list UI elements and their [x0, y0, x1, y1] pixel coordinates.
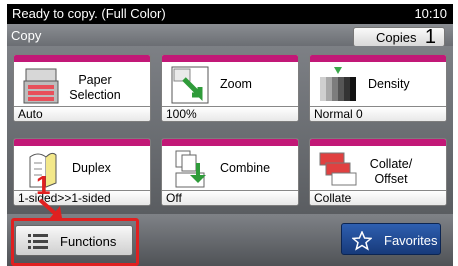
collate-offset-tile[interactable]: Collate/ Offset Collate	[309, 138, 447, 206]
density-tile[interactable]: Density Normal 0	[309, 54, 447, 122]
tile-value: Collate	[310, 190, 446, 205]
tile-value: Auto	[14, 106, 150, 121]
status-message: Ready to copy. (Full Color)	[12, 6, 166, 21]
star-icon	[352, 231, 372, 251]
combine-tile[interactable]: Combine Off	[161, 138, 299, 206]
clock: 10:10	[414, 6, 447, 21]
tile-label: Combine	[220, 161, 271, 175]
density-icon	[320, 67, 356, 101]
tile-band	[14, 139, 150, 146]
tile-label: Collate/ Offset	[369, 157, 413, 186]
favorites-button[interactable]: Favorites	[341, 223, 441, 255]
tile-label: Density	[368, 77, 410, 91]
tile-value: Normal 0	[310, 106, 446, 121]
zoom-tile[interactable]: Zoom 100%	[161, 54, 299, 122]
tile-label: Duplex	[72, 161, 111, 175]
step-highlight-box	[11, 218, 139, 266]
step-number: 1	[36, 170, 51, 200]
title-bar: Copy Copies 1	[7, 24, 453, 48]
tile-band	[162, 139, 298, 146]
duplex-tile[interactable]: Duplex 1-sided>>1-sided	[13, 138, 151, 206]
tile-value: Off	[162, 190, 298, 205]
paper-selection-tile[interactable]: Paper Selection Auto	[13, 54, 151, 122]
tile-label: Zoom	[220, 77, 252, 91]
tile-value: 100%	[162, 106, 298, 121]
tile-band	[310, 55, 446, 62]
copies-count-field[interactable]: Copies 1	[353, 26, 445, 48]
tile-band	[162, 55, 298, 62]
step-arrow-icon	[38, 198, 62, 218]
zoom-icon	[171, 66, 209, 104]
status-bar: Ready to copy. (Full Color) 10:10	[7, 4, 453, 24]
collate-icon	[319, 152, 357, 186]
tile-band	[310, 139, 446, 146]
combine-icon	[175, 150, 206, 188]
tile-label: Paper Selection	[69, 73, 121, 102]
favorites-label: Favorites	[384, 233, 438, 248]
paper-tray-icon	[23, 68, 59, 104]
tile-value: 1-sided>>1-sided	[14, 190, 150, 205]
tile-band	[14, 55, 150, 62]
copies-label: Copies	[376, 30, 417, 45]
screen-title: Copy	[11, 28, 42, 43]
function-panel: Paper Selection Auto Zoom 100% Density N…	[7, 46, 453, 214]
